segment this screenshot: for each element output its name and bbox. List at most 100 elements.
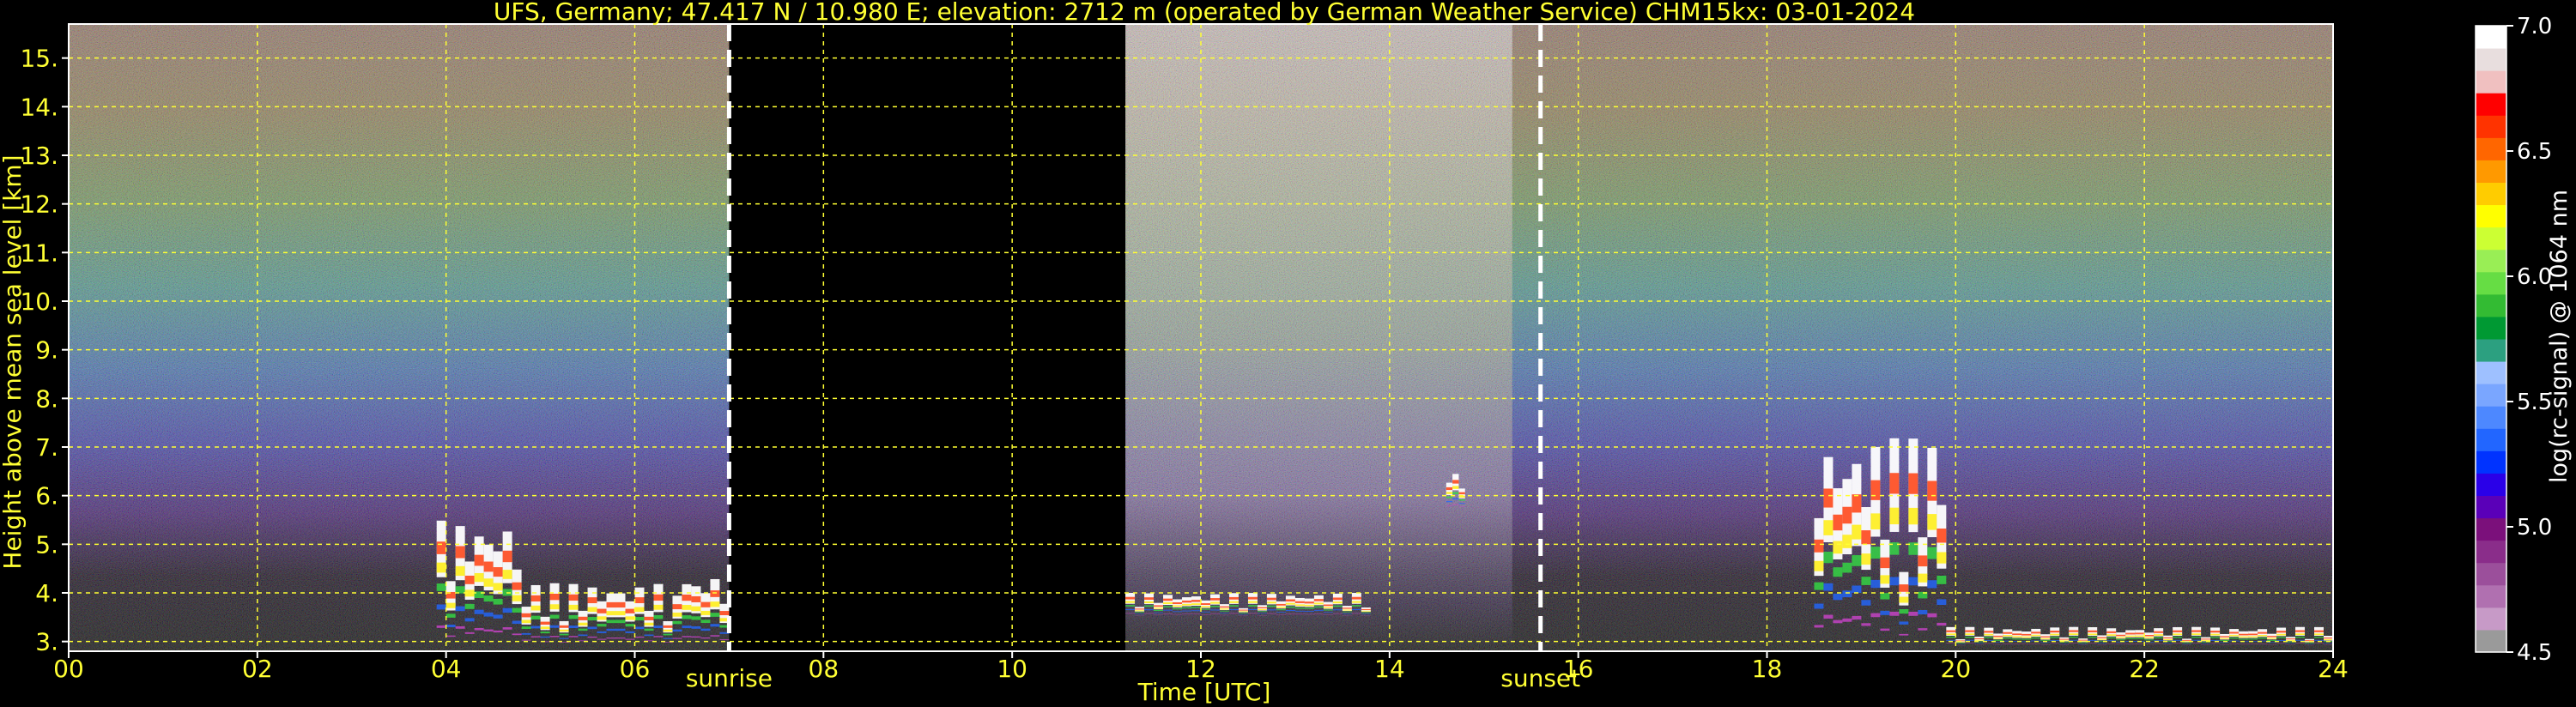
cloud-segment <box>530 605 541 611</box>
cloud-segment <box>1452 498 1459 500</box>
cloud-segment <box>606 611 616 616</box>
cloud-segment <box>549 636 560 638</box>
cloud-segment <box>445 624 456 628</box>
cloud-segment <box>1861 600 1871 606</box>
cloud-segment <box>1125 605 1136 607</box>
cloud-segment <box>644 628 654 631</box>
cloud-segment <box>2229 634 2240 637</box>
cloud-segment <box>568 604 579 610</box>
cloud-segment <box>1852 494 1862 513</box>
x-axis-label: Time [UTC] <box>1137 678 1271 706</box>
cloud-segment <box>1257 613 1267 614</box>
cloud-segment <box>1209 613 1220 614</box>
cloud-segment <box>625 638 635 640</box>
cloud-segment <box>464 575 475 584</box>
colorbar-segment <box>2476 316 2506 340</box>
cloud-segment <box>493 630 503 633</box>
cloud-segment <box>1908 577 1918 586</box>
cloud-segment <box>1361 610 1371 612</box>
cloud-segment <box>2125 635 2136 638</box>
cloud-segment <box>2116 634 2126 637</box>
cloud-segment <box>1458 503 1465 505</box>
colorbar-segment <box>2476 384 2506 407</box>
cloud-segment <box>1852 555 1862 566</box>
colorbar: 4.55.05.56.06.57.0 <box>2475 14 2552 666</box>
cloud-segment <box>2295 637 2306 638</box>
cloud-segment <box>2003 635 2013 637</box>
cloud-segment <box>1889 473 1900 494</box>
cloud-segment <box>1332 605 1343 607</box>
x-tick-label: 08 <box>809 655 839 683</box>
y-tick-label: 14. <box>20 93 58 121</box>
cloud-segment <box>2173 633 2183 636</box>
colorbar-segment <box>2476 249 2506 273</box>
cloud-segment <box>1889 507 1900 525</box>
cloud-segment <box>663 625 673 628</box>
cloud-segment <box>1965 633 1975 636</box>
cloud-segment <box>1852 524 1862 540</box>
cloud-segment <box>2314 637 2324 638</box>
cloud-segment <box>682 625 692 629</box>
cloud-segment <box>1861 530 1871 545</box>
cloud-segment <box>1201 608 1210 610</box>
cloud-segment <box>615 628 626 631</box>
cloud-segment <box>2220 642 2230 644</box>
cloud-segment <box>2324 639 2333 641</box>
cloud-segment <box>1446 486 1453 491</box>
cloud-segment <box>1361 608 1371 611</box>
event-label: sunrise <box>686 664 773 692</box>
cloud-segment <box>2173 639 2183 641</box>
cloud-segment <box>1304 601 1314 604</box>
cloud-segment <box>2258 634 2268 637</box>
cloud-segment <box>1313 602 1324 605</box>
cloud-segment <box>502 607 512 613</box>
cloud-segment <box>653 604 664 610</box>
cloud-segment <box>1908 507 1918 525</box>
y-tick-label: 4. <box>35 579 58 607</box>
cloud-segment <box>1285 599 1295 602</box>
cloud-segment <box>2191 630 2202 632</box>
cloud-segment <box>455 606 465 612</box>
cloud-segment <box>1351 601 1361 603</box>
cloud-segment <box>474 609 484 614</box>
cloud-segment <box>1313 599 1324 601</box>
cloud-segment <box>1144 601 1155 604</box>
colorbar-tick-label: 6.5 <box>2517 139 2552 165</box>
cloud-segment <box>2173 630 2183 632</box>
cloud-segment <box>436 583 446 591</box>
cloud-segment <box>502 627 512 630</box>
cloud-segment <box>1833 514 1843 531</box>
x-tick-label: 06 <box>620 655 651 683</box>
cloud-segment <box>1908 611 1918 616</box>
cloud-segment <box>1965 630 1975 632</box>
cloud-segment <box>1833 567 1843 577</box>
cloud-segment <box>1833 619 1843 624</box>
cloud-segment <box>483 578 494 587</box>
cloud-segment <box>691 595 701 602</box>
cloud-segment <box>1332 609 1343 611</box>
cloud-segment <box>1918 555 1928 567</box>
cloud-segment <box>625 608 635 613</box>
cloud-segment <box>1257 608 1267 611</box>
cloud-segment <box>464 631 475 634</box>
cloud-segment <box>719 611 730 616</box>
cloud-segment <box>1154 607 1164 609</box>
cloud-segment <box>483 629 494 631</box>
cloud-segment <box>634 617 645 621</box>
cloud-segment <box>700 628 711 631</box>
cloud-segment <box>1125 613 1136 614</box>
cloud-segment <box>1880 575 1890 584</box>
cloud-segment <box>1228 596 1239 600</box>
cloud-segment <box>1927 613 1937 618</box>
cloud-segment <box>1294 601 1305 603</box>
cloud-segment <box>710 601 720 607</box>
colorbar-segment <box>2476 93 2506 116</box>
cloud-segment <box>1974 639 1985 641</box>
cloud-segment <box>1446 492 1453 494</box>
cloud-segment <box>1351 596 1361 600</box>
cloud-segment <box>549 604 560 610</box>
cloud-segment <box>2239 636 2249 638</box>
cloud-segment <box>1823 614 1834 619</box>
cloud-segment <box>2210 637 2221 638</box>
cloud-segment <box>2135 635 2145 638</box>
